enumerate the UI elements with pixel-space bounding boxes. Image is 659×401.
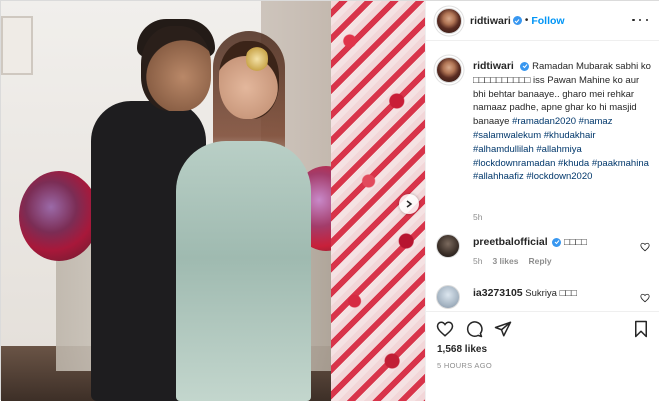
post-sidebar: ridtiwari • Follow ridtiwari Ramadan Mub…: [425, 1, 659, 401]
comment-button[interactable]: [465, 320, 483, 338]
heart-icon[interactable]: [640, 293, 650, 303]
comment-item: ia3273105 Sukriya □□□: [436, 285, 654, 311]
instagram-post: ridtiwari • Follow ridtiwari Ramadan Mub…: [0, 0, 659, 401]
hashtag-link[interactable]: #alhamdullilah: [473, 144, 534, 155]
like-button[interactable]: [436, 320, 454, 338]
comment-likes[interactable]: 3 likes: [492, 256, 518, 266]
heart-icon: [436, 321, 454, 337]
photo-flowers-left: [19, 171, 99, 261]
comment-icon: [466, 321, 483, 338]
commenter-username[interactable]: ia3273105: [473, 287, 523, 299]
header-separator: •: [524, 15, 529, 26]
author-username[interactable]: ridtiwari: [470, 15, 511, 27]
author-avatar[interactable]: [436, 7, 462, 34]
commenter-username[interactable]: preetbalofficial: [473, 236, 548, 248]
comment-text: □□□□: [563, 237, 587, 248]
hashtag-link[interactable]: #khuda: [558, 158, 589, 169]
verified-icon: [512, 16, 522, 25]
commenter-avatar[interactable]: [436, 234, 460, 258]
post-header: ridtiwari • Follow: [426, 1, 659, 41]
post-actions: [426, 311, 659, 347]
bookmark-icon: [635, 320, 647, 338]
hashtag-link[interactable]: #ramadan2020: [512, 116, 576, 127]
hashtag-link[interactable]: #namaz: [579, 116, 613, 127]
comment-item: preetbalofficial □□□□ 5h 3 likes Reply: [436, 234, 654, 274]
next-photo-button[interactable]: [399, 194, 419, 214]
caption-avatar[interactable]: [436, 57, 462, 83]
hashtag-link[interactable]: #lockdownramadan: [473, 158, 555, 169]
verified-icon: [520, 61, 530, 71]
hashtag-link[interactable]: #salamwalekum: [473, 130, 541, 141]
hashtag-link[interactable]: #lockdown2020: [526, 171, 592, 182]
heart-icon[interactable]: [640, 242, 650, 252]
hashtag-link[interactable]: #allahhaafiz: [473, 171, 524, 182]
verified-icon: [552, 237, 562, 247]
photo-man-face: [141, 26, 211, 111]
follow-button[interactable]: Follow: [531, 15, 564, 27]
hashtag-link[interactable]: #khudakhair: [544, 130, 596, 141]
commenter-avatar[interactable]: [436, 285, 460, 309]
post-timestamp: 5 HOURS AGO: [437, 361, 492, 370]
caption-timestamp: 5h: [473, 212, 483, 222]
more-options-icon[interactable]: [632, 14, 648, 26]
photo-woman: [176, 141, 311, 401]
share-icon: [494, 321, 512, 337]
comment-time: 5h: [473, 256, 483, 266]
reply-button[interactable]: Reply: [528, 256, 551, 266]
hashtag-link[interactable]: #allahmiya: [536, 144, 581, 155]
likes-count[interactable]: 1,568 likes: [437, 344, 487, 355]
share-button[interactable]: [494, 320, 512, 338]
comments-section[interactable]: ridtiwari Ramadan Mubarak sabhi ko □□□□□…: [426, 41, 659, 311]
caption-username[interactable]: ridtiwari: [473, 60, 514, 72]
comment-body: ia3273105 Sukriya □□□: [473, 287, 577, 300]
chevron-right-icon: [406, 200, 413, 208]
comment-text: Sukriya □□□: [525, 288, 577, 299]
save-button[interactable]: [632, 320, 650, 338]
photo-frame: [1, 16, 33, 75]
post-photo[interactable]: [1, 1, 425, 401]
hashtag-link[interactable]: #paakmahina: [592, 158, 649, 169]
photo-jewelry: [246, 43, 268, 75]
comment-body: preetbalofficial □□□□: [473, 236, 587, 249]
comment-meta: 5h 3 likes Reply: [473, 256, 552, 266]
caption-text: ridtiwari Ramadan Mubarak sabhi ko □□□□□…: [473, 60, 651, 184]
